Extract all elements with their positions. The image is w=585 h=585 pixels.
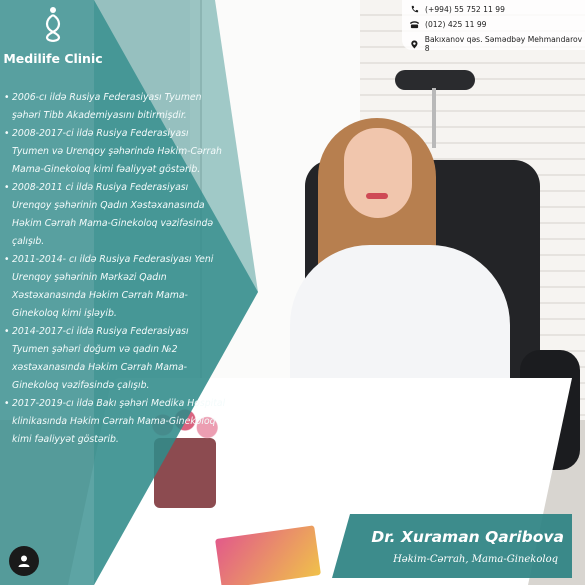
profile-button[interactable] bbox=[9, 546, 39, 576]
medilife-logo-icon bbox=[45, 7, 61, 42]
brand-name: Medilife Clinic bbox=[3, 51, 103, 66]
exam-chair-seat bbox=[395, 70, 475, 90]
bio-item: 2008-2011 ci ildə Rusiya Federasiyası Ur… bbox=[4, 179, 228, 251]
doctor-title: Həkim-Cərrah, Mama-Ginekoloq bbox=[393, 554, 558, 565]
address-text: Bakıxanov qəs. Səmədbəy Mehmandarov 8 bbox=[424, 35, 583, 53]
contact-box: (+994) 55 752 11 99 (012) 425 11 99 Bakı… bbox=[402, 0, 585, 53]
location-pin-icon bbox=[411, 40, 418, 48]
doctor-face bbox=[344, 128, 412, 218]
doctor-bio-list: 2006-cı ildə Rusiya Federasiyası Tyumen … bbox=[4, 89, 228, 449]
bio-item: 2008-2017-ci ildə Rusiya Federasiyası Ty… bbox=[4, 125, 228, 179]
phone-landline-text: (012) 425 11 99 bbox=[425, 20, 487, 29]
profile-icon bbox=[18, 555, 30, 567]
bio-item: 2017-2019-cı ildə Bakı şəhəri Medika Hos… bbox=[4, 395, 228, 449]
bio-item: 2014-2017-ci ildə Rusiya Federasiyası Ty… bbox=[4, 323, 228, 395]
phone-mobile-text: (+994) 55 752 11 99 bbox=[425, 5, 505, 14]
contact-address[interactable]: Bakıxanov qəs. Səmədbəy Mehmandarov 8 bbox=[410, 35, 585, 53]
doctor-name-banner: Dr. Xuraman Qaribova Həkim-Cərrah, Mama-… bbox=[332, 514, 572, 578]
brand-logo: Medilife Clinic bbox=[0, 6, 106, 66]
contact-phone-mobile[interactable]: (+994) 55 752 11 99 bbox=[410, 5, 505, 14]
doctor-lips bbox=[366, 193, 388, 199]
exam-chair-pole bbox=[432, 88, 436, 148]
bio-item: 2006-cı ildə Rusiya Federasiyası Tyumen … bbox=[4, 89, 228, 125]
landline-icon bbox=[410, 21, 419, 29]
phone-icon bbox=[411, 5, 419, 13]
contact-phone-landline[interactable]: (012) 425 11 99 bbox=[410, 20, 486, 29]
bio-item: 2011-2014- cı ildə Rusiya Federasiyası Y… bbox=[4, 251, 228, 323]
doctor-name: Dr. Xuraman Qaribova bbox=[371, 528, 564, 546]
